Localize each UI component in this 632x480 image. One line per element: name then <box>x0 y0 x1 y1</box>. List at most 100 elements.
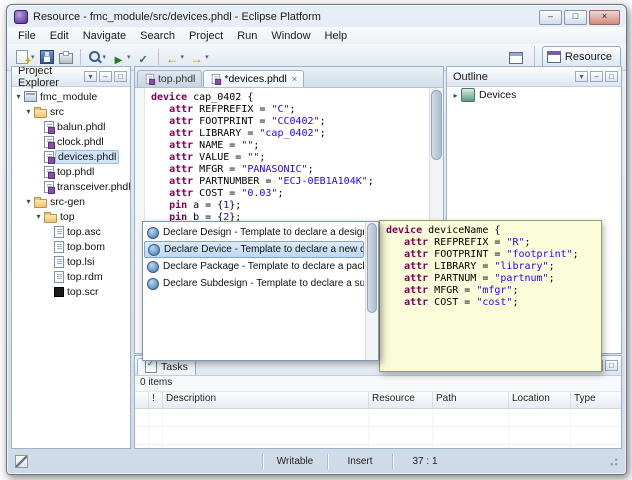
code-line: attr LIBRARY = "cap_0402"; <box>151 128 429 140</box>
file-icon <box>54 226 64 238</box>
completion-item[interactable]: Declare Subdesign - Template to declare … <box>144 275 364 292</box>
menu-item-run[interactable]: Run <box>230 29 264 43</box>
tree-item-top-scr[interactable]: top.scr <box>12 284 130 299</box>
file-phdl-icon <box>44 181 54 193</box>
code-line: attr COST = "0.03"; <box>151 188 429 200</box>
template-icon <box>148 244 160 256</box>
code-line: attr MFGR = "PANASONIC"; <box>151 164 429 176</box>
folder-icon <box>34 199 47 208</box>
tree-item-label: src-gen <box>50 196 85 208</box>
tree-item-label: balun.phdl <box>57 121 105 133</box>
file-icon <box>54 271 64 283</box>
dropdown-arrow-icon: ▾ <box>181 53 185 61</box>
tree-item-label: top.rdm <box>67 271 103 283</box>
menu-item-project[interactable]: Project <box>182 29 230 43</box>
menu-item-navigate[interactable]: Navigate <box>76 29 133 43</box>
maximize-view-icon[interactable]: □ <box>605 71 618 82</box>
tree-item-label: top.lsi <box>67 256 94 268</box>
tree-item-top-asc[interactable]: top.asc <box>12 224 130 239</box>
template-icon <box>147 261 159 273</box>
menu-item-edit[interactable]: Edit <box>43 29 76 43</box>
view-menu-icon[interactable]: ▾ <box>575 71 588 82</box>
tasks-column-header-path[interactable]: Path <box>433 392 509 408</box>
tree-item-src[interactable]: ▾src <box>12 104 130 119</box>
expander-icon[interactable]: ▾ <box>14 92 23 101</box>
file-phdl-icon <box>44 151 54 163</box>
minimize-button[interactable]: – <box>539 10 562 25</box>
menu-item-help[interactable]: Help <box>318 29 355 43</box>
editor-tab--devices-phdl[interactable]: *devices.phdl× <box>203 70 304 87</box>
tasks-column-header[interactable] <box>135 392 149 408</box>
tree-item-top-rdm[interactable]: top.rdm <box>12 269 130 284</box>
minimize-view-icon[interactable]: – <box>99 71 112 82</box>
maximize-view-icon[interactable]: □ <box>114 71 127 82</box>
completion-item[interactable]: Declare Package - Template to declare a … <box>144 258 364 275</box>
expander-icon[interactable]: ▾ <box>24 107 33 116</box>
completion-item[interactable]: Declare Design - Template to declare a d… <box>144 224 364 241</box>
popup-scrollbar-thumb[interactable] <box>367 223 377 313</box>
writable-status: Writable <box>262 454 327 469</box>
expander-icon[interactable]: ▾ <box>24 197 33 206</box>
close-button[interactable]: × <box>589 10 620 25</box>
tasks-column-header-![interactable]: ! <box>149 392 163 408</box>
completion-item[interactable]: Declare Device - Template to declare a n… <box>144 241 364 258</box>
tasks-column-header-location[interactable]: Location <box>509 392 571 408</box>
screen: Resource - fmc_module/src/devices.phdl -… <box>0 0 632 480</box>
tree-item-label: top.bom <box>67 241 105 253</box>
outline-header[interactable]: Outline ▾ – □ <box>447 67 621 87</box>
tasks-column-header-type[interactable]: Type <box>571 392 622 408</box>
code-line: attr NAME = ""; <box>151 140 429 152</box>
menu-bar: FileEditNavigateSearchProjectRunWindowHe… <box>7 27 626 44</box>
tasks-column-header-resource[interactable]: Resource <box>369 392 433 408</box>
tree-item-top-phdl[interactable]: top.phdl <box>12 164 130 179</box>
outline-title: Outline <box>453 71 488 83</box>
tree-item-clock-phdl[interactable]: clock.phdl <box>12 134 130 149</box>
editor-tab-top-phdl[interactable]: top.phdl <box>137 70 202 87</box>
menu-item-search[interactable]: Search <box>133 29 182 43</box>
menu-item-window[interactable]: Window <box>264 29 317 43</box>
expander-icon[interactable]: ▾ <box>34 212 43 221</box>
tree-item-balun-phdl[interactable]: balun.phdl <box>12 119 130 134</box>
tree-item-fmc_module[interactable]: ▾fmc_module <box>12 89 130 104</box>
close-tab-icon[interactable]: × <box>292 74 297 84</box>
tree-item-src-gen[interactable]: ▾ src-gen <box>12 194 130 209</box>
menu-item-file[interactable]: File <box>11 29 43 43</box>
tree-item-devices-phdl[interactable]: devices.phdl <box>12 149 130 164</box>
tasks-table-body[interactable] <box>135 409 621 448</box>
editor-scrollbar-thumb[interactable] <box>431 90 442 160</box>
code-line: attr FOOTPRINT = "CC0402"; <box>151 116 429 128</box>
perspective-label: Resource <box>565 51 612 63</box>
project-explorer-header[interactable]: Project Explorer ▾ – □ <box>12 67 130 87</box>
title-bar[interactable]: Resource - fmc_module/src/devices.phdl -… <box>7 5 626 27</box>
tasks-column-header-description[interactable]: Description <box>163 392 369 408</box>
resize-grip-icon[interactable] <box>609 457 618 466</box>
file-icon <box>146 74 155 84</box>
maximize-view-icon[interactable]: □ <box>605 360 618 371</box>
view-menu-icon[interactable]: ▾ <box>84 71 97 82</box>
file-icon <box>54 256 64 268</box>
minimize-view-icon[interactable]: – <box>590 71 603 82</box>
tree-item-transceiver-phdl[interactable]: transceiver.phdl <box>12 179 130 194</box>
tree-item-top-lsi[interactable]: top.lsi <box>12 254 130 269</box>
search-icon <box>87 50 102 65</box>
expander-icon[interactable]: ▸ <box>451 91 460 100</box>
popup-scrollbar[interactable] <box>365 222 378 360</box>
code-line: attr PARTNUMBER = "ECJ-0EB1A104K"; <box>151 176 429 188</box>
back-icon <box>165 50 180 65</box>
outline-item-devices[interactable]: ▸Devices <box>447 87 621 103</box>
tasks-empty-row <box>135 409 621 427</box>
template-preview-tooltip: device deviceName { attr REFPREFIX = "R"… <box>379 220 602 372</box>
eclipse-app-icon <box>14 10 28 24</box>
task-check-icon <box>136 50 151 65</box>
tasks-empty-row <box>135 445 621 448</box>
tree-item-label: top <box>60 211 75 223</box>
tree-item-top[interactable]: ▾ top <box>12 209 130 224</box>
file-icon <box>212 74 221 84</box>
tree-item-top-bom[interactable]: top.bom <box>12 239 130 254</box>
code-line: attr MFGR = "mfgr"; <box>386 284 595 296</box>
tasks-tab-label: Tasks <box>161 361 188 373</box>
status-bar: WritableInsert37 : 1 <box>11 452 622 471</box>
file-icon <box>54 241 64 253</box>
file-phdl-icon <box>44 136 54 148</box>
maximize-button[interactable]: □ <box>564 10 587 25</box>
